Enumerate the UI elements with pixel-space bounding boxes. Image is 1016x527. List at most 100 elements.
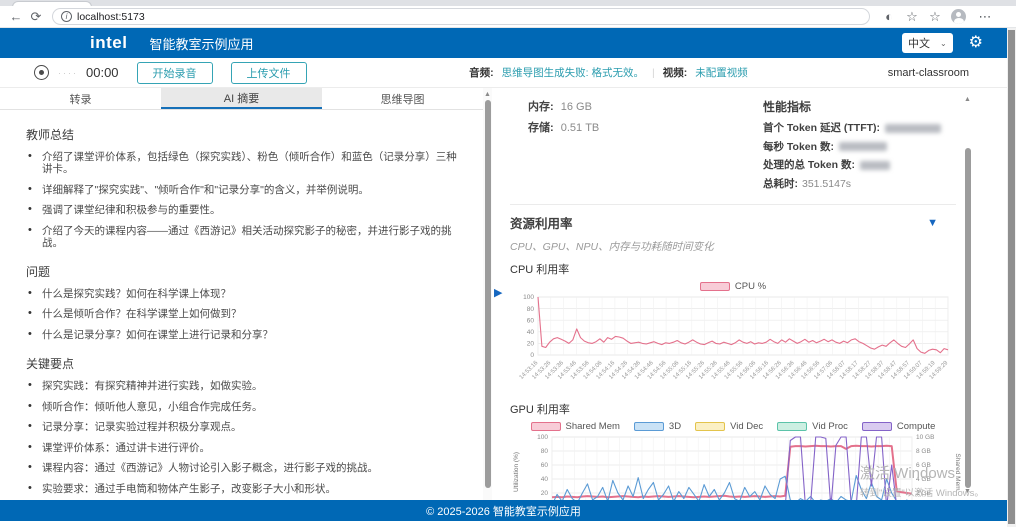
summary-panel: 转录AI 摘要思维导图 教师总结介绍了课堂评价体系，包括绿色（探究实践）、粉色（… <box>0 88 483 500</box>
tab-item[interactable]: 思维导图 <box>322 88 483 109</box>
browser-actions: ◐ ☆ ☆ ⋯ <box>882 9 995 25</box>
session-name: smart-classroom <box>888 67 969 79</box>
legend-label: Vid Proc <box>812 421 848 432</box>
svg-text:Utilization (%): Utilization (%) <box>513 452 520 492</box>
metric-label: 处理的总 Token 数: <box>763 159 855 171</box>
scroll-down-icon[interactable]: ▼ <box>964 488 971 495</box>
summary-tabbar: 转录AI 摘要思维导图 <box>0 88 483 110</box>
section-list: 探究实践：有探究精神并进行实践，如做实验。倾听合作：倾听他人意见，小组合作完成任… <box>26 380 457 500</box>
bullet-item: 什么是探究实践？如何在科学课上体现？ <box>26 288 457 300</box>
address-bar[interactable]: i localhost:5173 <box>52 8 870 25</box>
main-content: 转录AI 摘要思维导图 教师总结介绍了课堂评价体系，包括绿色（探究实践）、粉色（… <box>0 88 1007 500</box>
storage-value: 0.51 TB <box>561 122 600 134</box>
metric-row: 首个 Token 延迟 (TTFT): <box>763 120 956 135</box>
status-divider: | <box>652 67 655 79</box>
legend-item[interactable]: Shared Mem <box>531 421 620 432</box>
upload-file-button[interactable]: 上传文件 <box>231 62 307 84</box>
svg-text:40: 40 <box>541 476 549 483</box>
metric-row: 每秒 Token 数: <box>763 139 956 154</box>
legend-item[interactable]: Vid Proc <box>777 421 848 432</box>
tab-item[interactable]: AI 摘要 <box>161 88 322 109</box>
bullet-item: 介绍了今天的课程内容——通过《西游记》相关活动探究影子的秘密，并进行影子戏的挑战… <box>26 225 457 249</box>
metric-label: 每秒 Token 数: <box>763 141 834 153</box>
back-icon[interactable]: ← <box>6 9 26 24</box>
gear-icon[interactable]: ⚙ <box>969 35 983 51</box>
metric-value: 351.5147s <box>802 178 851 190</box>
legend-swatch <box>862 422 892 431</box>
blurred-value <box>860 161 890 170</box>
page-info-icon[interactable]: i <box>61 11 72 22</box>
blurred-value <box>885 124 941 133</box>
audio-level-dots: ···· <box>58 68 78 78</box>
memory-label: 内存: <box>528 101 554 113</box>
media-status: 音频: 思维导图生成失败: 格式无效。 | 视频: 未配置视频 <box>469 65 748 80</box>
legend-item[interactable]: Vid Dec <box>695 421 763 432</box>
video-status-text[interactable]: 未配置视频 <box>695 65 748 80</box>
reload-icon[interactable]: ⟳ <box>26 9 46 25</box>
scroll-up-icon[interactable]: ▲ <box>484 91 491 98</box>
start-recording-button[interactable]: 开始录音 <box>137 62 213 84</box>
legend-swatch <box>700 282 730 291</box>
svg-text:60: 60 <box>527 317 535 324</box>
legend-item[interactable]: CPU % <box>700 281 766 292</box>
profile-avatar[interactable] <box>951 9 966 24</box>
svg-text:20: 20 <box>527 341 535 348</box>
scrollbar-thumb[interactable] <box>965 148 971 488</box>
left-panel-scrollbar[interactable]: ▲ <box>483 88 492 500</box>
bullet-item: 记录分享：记录实验过程并积极分享观点。 <box>26 421 457 433</box>
bullet-item: 详细解释了"探究实践"、"倾听合作"和"记录分享"的含义，并举例说明。 <box>26 184 457 196</box>
metric-row: 总耗时: 351.5147s <box>763 176 956 191</box>
legend-item[interactable]: 3D <box>634 421 681 432</box>
svg-text:60: 60 <box>541 462 549 469</box>
right-panel-scrollbar[interactable]: ▲ ▼ <box>963 88 972 500</box>
scroll-up-icon[interactable]: ▲ <box>964 96 971 103</box>
legend-item[interactable]: Compute <box>862 421 936 432</box>
chart-legend: Shared Mem 3D Vid Dec Vid Proc Compute <box>510 419 956 433</box>
svg-text:0: 0 <box>530 352 534 359</box>
resource-title: 资源利用率 <box>510 213 573 232</box>
browser-toolbar: ← ⟳ i localhost:5173 ◐ ☆ ☆ ⋯ <box>0 6 1016 28</box>
record-icon[interactable] <box>34 65 49 80</box>
performance-metrics: 性能指标 首个 Token 延迟 (TTFT):每秒 Token 数:处理的总 … <box>763 98 956 194</box>
svg-text:10 GB: 10 GB <box>916 434 934 441</box>
scrollbar-thumb[interactable] <box>1008 30 1015 524</box>
bullet-item: 实验要求：通过手电筒和物体产生影子，改变影子大小和形状。 <box>26 483 457 495</box>
ai-summary-content: 教师总结介绍了课堂评价体系，包括绿色（探究实践）、粉色（倾听合作）和蓝色（记录分… <box>0 110 483 500</box>
collections-star-icon[interactable]: ☆ <box>928 9 942 25</box>
metric-label: 首个 Token 延迟 (TTFT): <box>763 122 880 134</box>
svg-text:20: 20 <box>541 490 549 497</box>
browser-menu-icon[interactable]: ⋯ <box>975 9 995 25</box>
legend-label: Vid Dec <box>730 421 763 432</box>
bullet-item: 探究实践：有探究精神并进行实践，如做实验。 <box>26 380 457 392</box>
extension-icon[interactable]: ◐ <box>882 9 896 24</box>
section-list: 介绍了课堂评价体系，包括绿色（探究实践）、粉色（倾听合作）和蓝色（记录分享）三种… <box>26 151 457 249</box>
legend-label: CPU % <box>735 281 766 292</box>
collapse-icon[interactable]: ▼ <box>927 217 938 229</box>
metrics-panel: 内存: 16 GB 存储: 0.51 TB 性能指标 首个 Token 延迟 (… <box>500 88 962 500</box>
system-info: 内存: 16 GB 存储: 0.51 TB 性能指标 首个 Token 延迟 (… <box>510 96 956 205</box>
bullet-item: 课堂评价体系：通过讲卡进行评价。 <box>26 442 457 454</box>
scrollbar-thumb[interactable] <box>485 100 491 488</box>
section-title: 关键要点 <box>26 355 457 372</box>
svg-text:80: 80 <box>527 306 535 313</box>
svg-text:40: 40 <box>527 329 535 336</box>
legend-label: Shared Mem <box>566 421 620 432</box>
resource-header: 资源利用率 ▼ <box>510 213 956 232</box>
window-scrollbar[interactable] <box>1007 28 1016 527</box>
legend-swatch <box>777 422 807 431</box>
copyright-text: © 2025-2026 智能教室示例应用 <box>426 503 581 519</box>
url-text: localhost:5173 <box>77 11 145 23</box>
section-title: 教师总结 <box>26 126 457 143</box>
favorite-star-icon[interactable]: ☆ <box>905 9 919 25</box>
app-footer: © 2025-2026 智能教室示例应用 <box>0 500 1007 521</box>
metric-label: 总耗时: <box>763 178 798 190</box>
memory-value: 16 GB <box>561 101 592 113</box>
chart-title: CPU 利用率 <box>510 261 956 277</box>
metric-row: 处理的总 Token 数: <box>763 157 956 172</box>
bullet-item: 课程内容：通过《西游记》人物讨论引入影子概念，进行影子戏的挑战。 <box>26 462 457 474</box>
blurred-value <box>839 142 887 151</box>
language-select[interactable]: 中文 ⌄ <box>902 33 953 53</box>
tab-item[interactable]: 转录 <box>0 88 161 109</box>
audio-status-text[interactable]: 思维导图生成失败: 格式无效。 <box>502 65 644 80</box>
recording-time: 00:00 <box>86 65 119 80</box>
